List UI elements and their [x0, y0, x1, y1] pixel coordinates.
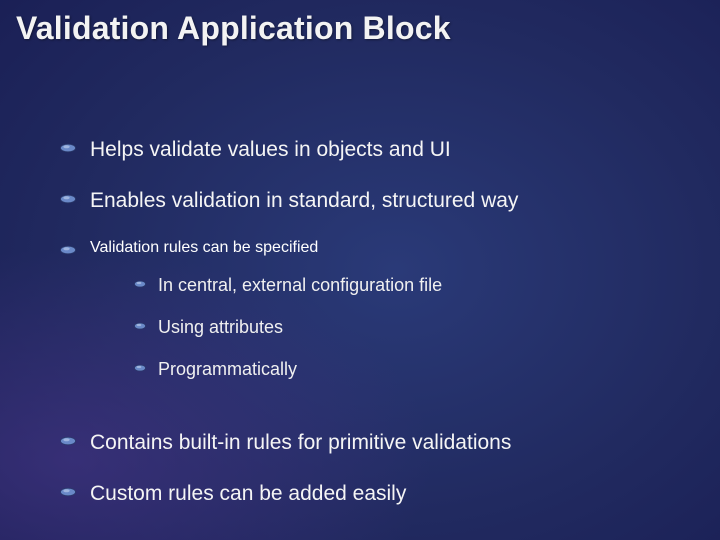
slide-content: Helps validate values in objects and UI … [0, 47, 720, 507]
list-item-body: Validation rules can be specified In cen… [90, 239, 442, 404]
slide-title: Validation Application Block [0, 0, 720, 47]
bullet-icon [60, 194, 76, 204]
list-item: Helps validate values in objects and UI [60, 137, 690, 162]
list-item: Enables validation in standard, structur… [60, 188, 690, 213]
bullet-icon [134, 364, 146, 372]
list-item: Contains built-in rules for primitive va… [60, 430, 690, 455]
bullet-icon [60, 245, 76, 255]
bullet-list: Helps validate values in objects and UI … [60, 137, 690, 507]
list-item-text: Enables validation in standard, structur… [90, 188, 518, 213]
list-item-text: Validation rules can be specified [90, 239, 318, 256]
list-item-text: Using attributes [158, 317, 283, 339]
list-item: In central, external configuration file [134, 275, 442, 297]
bullet-icon [60, 487, 76, 497]
list-item: Custom rules can be added easily [60, 481, 690, 506]
bullet-icon [60, 436, 76, 446]
list-item-text: In central, external configuration file [158, 275, 442, 297]
bullet-icon [60, 143, 76, 153]
sub-bullet-list: In central, external configuration file … [90, 257, 442, 404]
list-item-text: Custom rules can be added easily [90, 481, 406, 506]
bullet-icon [134, 322, 146, 330]
list-item-text: Contains built-in rules for primitive va… [90, 430, 511, 455]
list-item: Using attributes [134, 317, 442, 339]
list-item: Programmatically [134, 359, 442, 381]
list-item-text: Helps validate values in objects and UI [90, 137, 451, 162]
slide: Validation Application Block Helps valid… [0, 0, 720, 540]
bullet-icon [134, 280, 146, 288]
list-item: Validation rules can be specified In cen… [60, 239, 690, 404]
list-item-text: Programmatically [158, 359, 297, 381]
